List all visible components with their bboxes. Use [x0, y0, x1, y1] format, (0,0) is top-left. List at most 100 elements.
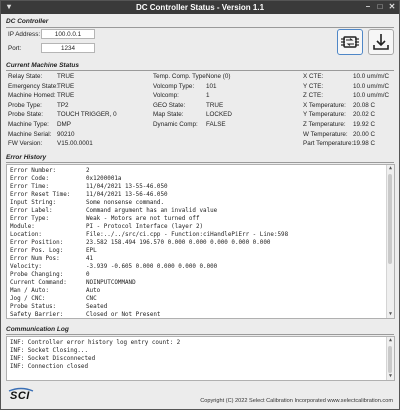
error-field-label: Safety Barrier:	[10, 312, 64, 318]
status-value: TOUCH TRIGGER, 0	[57, 111, 117, 119]
status-value: 1	[206, 92, 210, 100]
scrollbar[interactable]: ▲ ▼	[386, 165, 394, 318]
error-field-value: -3.939 -0.605 0.000 0.000 0.000 0.000	[86, 264, 218, 270]
status-value: 20.02 C	[353, 111, 376, 119]
comm-log-panel[interactable]: INF: Controller error history log entry …	[6, 336, 395, 381]
divider	[6, 334, 394, 335]
error-field-label: Error Pos. Log:	[10, 248, 64, 254]
status-label: FW Version:	[8, 140, 43, 148]
error-history-panel[interactable]: Error Number: 2 Error Code: 0x1200001a Error…	[6, 164, 395, 319]
maximize-icon[interactable]: □	[375, 2, 385, 12]
scrollbar[interactable]: ▲ ▼	[386, 337, 394, 380]
status-label: X CTE:	[303, 73, 324, 80]
error-field-value: Closed or Not Present	[86, 312, 161, 318]
status-label: X Temperature:	[303, 101, 346, 109]
error-field-value: 0	[86, 272, 90, 278]
status-value: TRUE	[57, 73, 75, 80]
error-field-label: Error Time:	[10, 184, 50, 190]
error-history-heading: Error History	[6, 154, 47, 161]
error-field-value: 23.582 158.494 196.570 0.000 0.000 0.000…	[86, 240, 271, 246]
status-value: LOCKED	[206, 111, 232, 119]
status-label: Y Temperature:	[303, 111, 346, 119]
error-field-value: EPL	[86, 248, 97, 254]
divider	[6, 162, 394, 163]
ip-address-label: IP Address:	[8, 31, 41, 38]
scroll-up-icon[interactable]: ▲	[387, 165, 394, 172]
error-field-label: Error Position:	[10, 240, 64, 246]
dc-controller-heading: DC Controller	[6, 18, 49, 25]
status-label: Map State:	[153, 111, 184, 119]
app-window: ▾ DC Controller Status - Version 1.1 – □…	[0, 0, 400, 410]
ip-address-input[interactable]: 100.0.0.1	[41, 29, 95, 39]
close-icon[interactable]: ✕	[387, 2, 397, 12]
scroll-down-icon[interactable]: ▼	[387, 311, 394, 318]
sci-logo: SCI	[8, 387, 34, 403]
error-field-label: Error Reset Time:	[10, 192, 71, 198]
error-field-value: Seated	[86, 304, 108, 310]
status-value: 10.0 um/m/C	[353, 92, 390, 100]
download-icon	[373, 34, 389, 50]
log-line: INF: Controller error history log entry …	[10, 340, 181, 346]
scroll-thumb[interactable]	[388, 346, 392, 373]
status-value: V15.00.0001	[57, 140, 93, 148]
app-menu-icon[interactable]: ▾	[4, 2, 14, 12]
status-value: DMP	[57, 121, 71, 128]
copyright-text: Copyright (C) 2022 Select Calibration In…	[200, 398, 393, 404]
status-label: Dynamic Comp:	[153, 121, 198, 128]
error-field-value: Weak - Motors are not turned off	[86, 216, 200, 222]
status-label: Emergency State:	[8, 82, 59, 90]
error-field-label: Error Num Pos:	[10, 256, 60, 262]
status-label: Relay State:	[8, 73, 43, 80]
log-line: INF: Socket Closing...	[10, 348, 89, 354]
connect-button[interactable]	[337, 29, 363, 55]
divider	[6, 27, 394, 28]
log-line: INF: Connection closed	[10, 364, 89, 370]
error-field-value: Command argument has an invalid value	[86, 208, 218, 214]
status-label: Z Temperature:	[303, 121, 346, 128]
scroll-up-icon[interactable]: ▲	[387, 337, 394, 344]
error-field-label: Probe Status:	[10, 304, 57, 310]
status-label: Machine Serial:	[8, 130, 52, 138]
error-field-value: 2	[86, 168, 90, 174]
scroll-down-icon[interactable]: ▼	[387, 373, 394, 380]
error-field-label: Velocity:	[10, 264, 42, 270]
machine-status-heading: Current Machine Status	[6, 62, 79, 69]
minimize-icon[interactable]: –	[363, 2, 373, 12]
error-field-label: Error Label:	[10, 208, 53, 214]
status-value: 101	[206, 82, 217, 90]
status-value: 10.0 um/m/C	[353, 82, 390, 90]
status-label: Machine Type:	[8, 121, 49, 128]
comm-log-heading: Communication Log	[6, 326, 69, 333]
status-value: FALSE	[206, 121, 226, 128]
status-label: Probe Type:	[8, 101, 42, 109]
port-label: Port:	[8, 45, 22, 52]
scroll-thumb[interactable]	[388, 174, 392, 264]
error-field-value: PI - Protocol Interface (layer 2)	[86, 224, 204, 230]
status-value: None (0)	[206, 73, 231, 80]
status-value: 20.00 C	[353, 130, 376, 138]
log-line: INF: Socket Disconnected	[10, 356, 96, 362]
error-field-value: File:../../src/ci.cpp - Function:ciHandl…	[86, 232, 289, 238]
status-label: GEO State:	[153, 101, 186, 109]
status-value: 20.08 C	[353, 101, 376, 109]
divider	[6, 70, 394, 71]
error-field-label: Error Type:	[10, 216, 50, 222]
error-field-label: Input String:	[10, 200, 57, 206]
error-field-value: 41	[86, 256, 94, 262]
error-field-label: Jog / CNC:	[10, 296, 46, 302]
connect-icon	[341, 36, 359, 48]
status-label: Probe State:	[8, 111, 44, 119]
error-field-label: Error Number:	[10, 168, 57, 174]
window-title: DC Controller Status - Version 1.1	[135, 3, 265, 12]
status-value: 19.92 C	[353, 121, 376, 128]
error-field-label: Module:	[10, 224, 35, 230]
error-field-label: Location:	[10, 232, 42, 238]
title-bar: ▾ DC Controller Status - Version 1.1 – □…	[1, 1, 399, 14]
status-label: Z CTE:	[303, 92, 323, 100]
download-button[interactable]	[368, 29, 394, 55]
status-label: W Temperature:	[303, 130, 348, 138]
error-field-value: CNC	[86, 296, 97, 302]
error-field-value: 0x1200001a	[86, 176, 122, 182]
status-label: Y CTE:	[303, 82, 324, 90]
port-input[interactable]: 1234	[41, 43, 95, 53]
